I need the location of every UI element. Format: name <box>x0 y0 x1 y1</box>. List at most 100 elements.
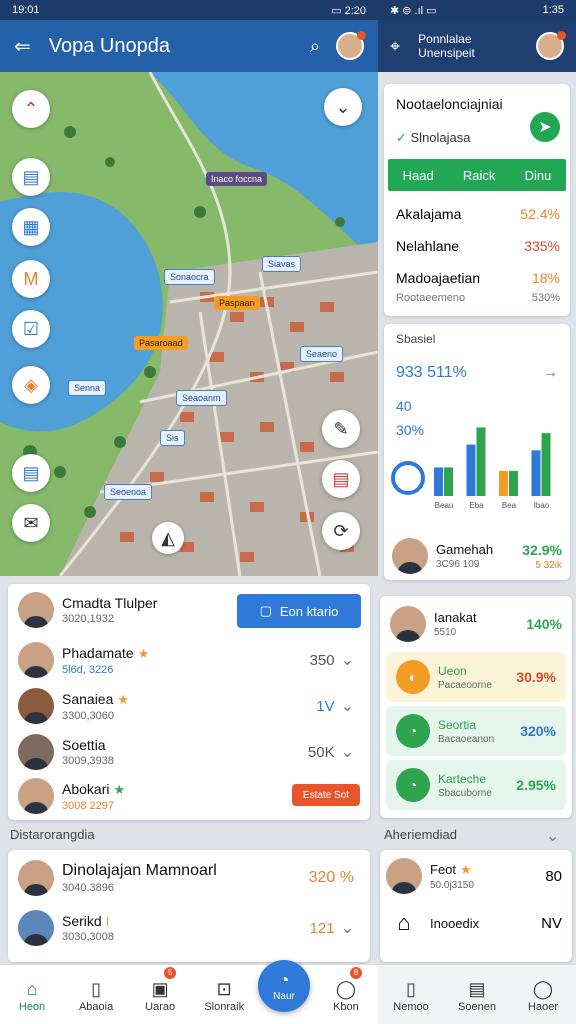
map-label[interactable]: Pasaroaad <box>134 336 188 350</box>
estate-action-button[interactable]: Estate Sot <box>292 784 360 806</box>
chevron-down-icon[interactable]: ⌄ <box>546 826 559 846</box>
map-label[interactable]: Sis <box>160 430 185 446</box>
avatar-right[interactable] <box>536 31 566 60</box>
chevron-down-icon[interactable]: ⌄ <box>341 650 354 670</box>
list-item[interactable]: Ianakat 5510 140% <box>390 606 562 642</box>
summary-row-label: Nelahlane <box>396 238 460 254</box>
search-icon[interactable]: ⌕ <box>310 36 320 57</box>
nav-item-uarao[interactable]: ▣ 5 Uarao <box>128 965 192 1024</box>
chevron-up-icon: ⌃ <box>23 98 39 119</box>
list-item[interactable]: Abokari ★ 3008 2297 <box>18 774 230 818</box>
tab-dinu[interactable]: Dinu <box>525 168 552 183</box>
list-item[interactable]: Serikd ǀ 3030,3008 121 ⌄ <box>18 906 354 950</box>
refresh-button[interactable]: ⟳ <box>322 512 360 550</box>
nav-item-abaoia[interactable]: ▯ Abaoia <box>64 965 128 1024</box>
map-label[interactable]: Paspaan <box>214 296 260 310</box>
status-time: 19:01 <box>12 4 40 16</box>
list-item[interactable]: Soettia 3009,3938 50K ⌄ <box>18 730 354 774</box>
contact-sub: 3009,3938 <box>62 755 114 767</box>
list-item[interactable]: Phadamate ★ 5l6d, 3226 350 ⌄ <box>18 638 354 682</box>
mail-button[interactable]: M <box>12 260 50 298</box>
chevron-down-icon[interactable]: ⌄ <box>341 696 354 716</box>
tab-raick[interactable]: Raick <box>463 168 496 183</box>
summary-row[interactable]: Nelahlane 335% <box>396 238 560 254</box>
center-action-button[interactable]: ◔ Naur <box>258 960 310 1012</box>
chart-bar <box>444 467 453 496</box>
chevron-down-icon[interactable]: ⌄ <box>341 918 354 938</box>
nav-item-soenen[interactable]: ▤ Soenen <box>444 965 510 1024</box>
chart-bar <box>531 450 541 496</box>
map-label[interactable]: Siavas <box>262 256 302 272</box>
right-header: ⌖ Ponnlalae Unensipeit <box>378 20 576 72</box>
summary-row-label: Akalajama <box>396 206 462 222</box>
check-circle-icon: ◔ <box>396 768 430 802</box>
map-label[interactable]: Senna <box>68 380 107 396</box>
list-item[interactable]: Gamehah 3C96 109 32.9% 5 32ik <box>392 538 562 574</box>
summary-row[interactable]: Akalajama 52.4% <box>396 206 560 222</box>
list-item[interactable]: Cmadta Tlulper 3020,1932 <box>18 588 230 632</box>
chart-tick-label: Bea <box>502 501 517 510</box>
compass-icon: ◭ <box>161 527 175 548</box>
contact-name: Soettia <box>62 737 106 753</box>
list-item[interactable]: Sanaiea ★ 3300,3060 1V ⌄ <box>18 684 354 728</box>
home-marker-button[interactable]: ⌃ <box>12 90 50 128</box>
expand-button[interactable]: ⌄ <box>324 88 362 126</box>
summary-row[interactable]: Rootaeemeno 530% <box>396 292 560 304</box>
nav-label: Slonraik <box>204 1000 245 1013</box>
map-label[interactable]: Seoenoa <box>104 484 153 500</box>
report-button[interactable]: ▤ <box>12 454 50 492</box>
tab-haad[interactable]: Haad <box>403 168 434 183</box>
contact-button-label: Eon ktario <box>279 603 339 619</box>
list-item[interactable]: Feot ★ 50.0j3150 80 <box>386 858 562 894</box>
nav-item-slonraik[interactable]: ⊡ Slonraik <box>192 965 256 1024</box>
status-time-right: 1:35 <box>542 4 564 16</box>
clipboard-button[interactable]: ▤ <box>12 158 50 196</box>
summary-title: Nootaelonciajniai <box>396 96 503 112</box>
summary-row-label: Rootaeemeno <box>396 292 466 304</box>
summary-row[interactable]: Madoajaetian 18% <box>396 270 560 286</box>
document-button[interactable]: ▦ <box>12 208 50 246</box>
nav-item-home[interactable]: ⌂ Heon <box>0 965 64 1024</box>
avatar <box>386 858 422 894</box>
back-arrow-icon[interactable]: ⇐ <box>14 34 31 59</box>
status-icons-right: ✱ ⊜ .ıl ▭ <box>390 4 437 17</box>
map-view[interactable]: ⌃ ▤ ▦ M ☑ ◈ ▤ ✉ ⌄ ✎ ▤ ⟳ ◭ Inaco foccna S… <box>0 72 378 576</box>
fire-button[interactable]: ◈ <box>12 366 50 404</box>
contact-button[interactable]: ▢ Eon ktario <box>237 594 361 628</box>
compass-button[interactable]: ◭ <box>152 522 184 554</box>
chat-button[interactable]: ✉ <box>12 504 50 542</box>
progress-sub: Sbacuborne <box>438 787 492 799</box>
progress-item[interactable]: ◐ Ueon Pacaeoorne 30.9% <box>386 652 566 702</box>
avatar[interactable] <box>336 31 366 60</box>
list-item[interactable]: Dinolajajan Mamnoarl 3040.3896 320 % <box>18 856 354 900</box>
chart-bar <box>476 427 486 496</box>
nav-item-nemoo[interactable]: ▯ Nemoo <box>378 965 444 1024</box>
list-item[interactable]: ⌂ Inooedix NV <box>386 910 562 936</box>
map-label[interactable]: Seaoanm <box>176 390 227 406</box>
layers-button[interactable]: ▤ <box>322 460 360 498</box>
arrow-right-icon[interactable]: → <box>542 364 558 382</box>
checklist-button[interactable]: ☑ <box>12 310 50 348</box>
map-label[interactable]: Inaco foccna <box>206 172 268 186</box>
progress-item[interactable]: ◔ Seortia Bacaoeanon 320% <box>386 706 566 756</box>
map-label[interactable]: Sonaocra <box>164 269 215 285</box>
chevron-down-icon[interactable]: ⌄ <box>341 742 354 762</box>
building-thumbnail <box>18 734 54 770</box>
tools-button[interactable]: ✎ <box>322 410 360 448</box>
check-icon: ✓ <box>396 130 411 145</box>
notification-badge: 8 <box>349 967 362 979</box>
map-label[interactable]: Seaeno <box>300 346 344 362</box>
avatar <box>18 642 54 678</box>
summary-tabs: Haad Raick Dinu <box>388 159 566 191</box>
person-name: Gamehah <box>436 542 494 557</box>
summary-row-value: 530% <box>531 292 560 304</box>
chart-tick-label: Eba <box>469 501 484 510</box>
nav-item-kbon[interactable]: ◯ 8 Kbon <box>314 965 378 1024</box>
send-button[interactable]: ➤ <box>530 112 560 142</box>
summary-card: Nootaelonciajniai ➤ ✓ Slnolajasa Haad Ra… <box>384 84 570 316</box>
progress-item[interactable]: ◔ Karteche Sbacuborne 2.95% <box>386 760 566 810</box>
chart-bar <box>541 433 551 496</box>
nav-label: Kbon <box>333 1000 359 1013</box>
nav-item-haoer[interactable]: ◯ Haoer <box>510 965 576 1024</box>
location-icon[interactable]: ⌖ <box>390 36 400 57</box>
